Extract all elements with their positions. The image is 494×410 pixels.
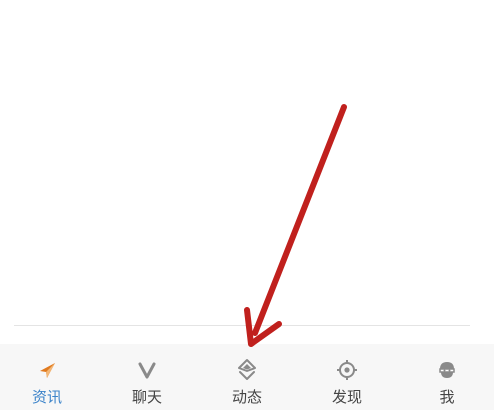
v-logo-icon [138,362,156,379]
target-icon [337,360,357,380]
tab-me[interactable]: 我 [408,344,486,410]
tab-news-label: 资讯 [31,388,62,406]
app-screen: 资讯 聊天 动态 发现 我 [0,0,494,410]
tab-discover-label: 发现 [331,388,362,406]
tab-chat-label: 聊天 [131,388,162,406]
tab-moments-label: 动态 [231,388,262,406]
tab-discover[interactable]: 发现 [308,344,386,410]
bottom-tab-bar: 资讯 聊天 动态 发现 我 [0,344,494,410]
tab-chat[interactable]: 聊天 [108,344,186,410]
diamond-layers-icon [238,359,256,380]
tab-me-label: 我 [439,388,455,406]
main-content-area [0,0,494,325]
tab-moments[interactable]: 动态 [208,344,286,410]
content-divider [14,325,470,326]
tab-news[interactable]: 资讯 [8,344,86,410]
user-avatar-icon [439,362,455,378]
paper-plane-icon [40,363,55,378]
